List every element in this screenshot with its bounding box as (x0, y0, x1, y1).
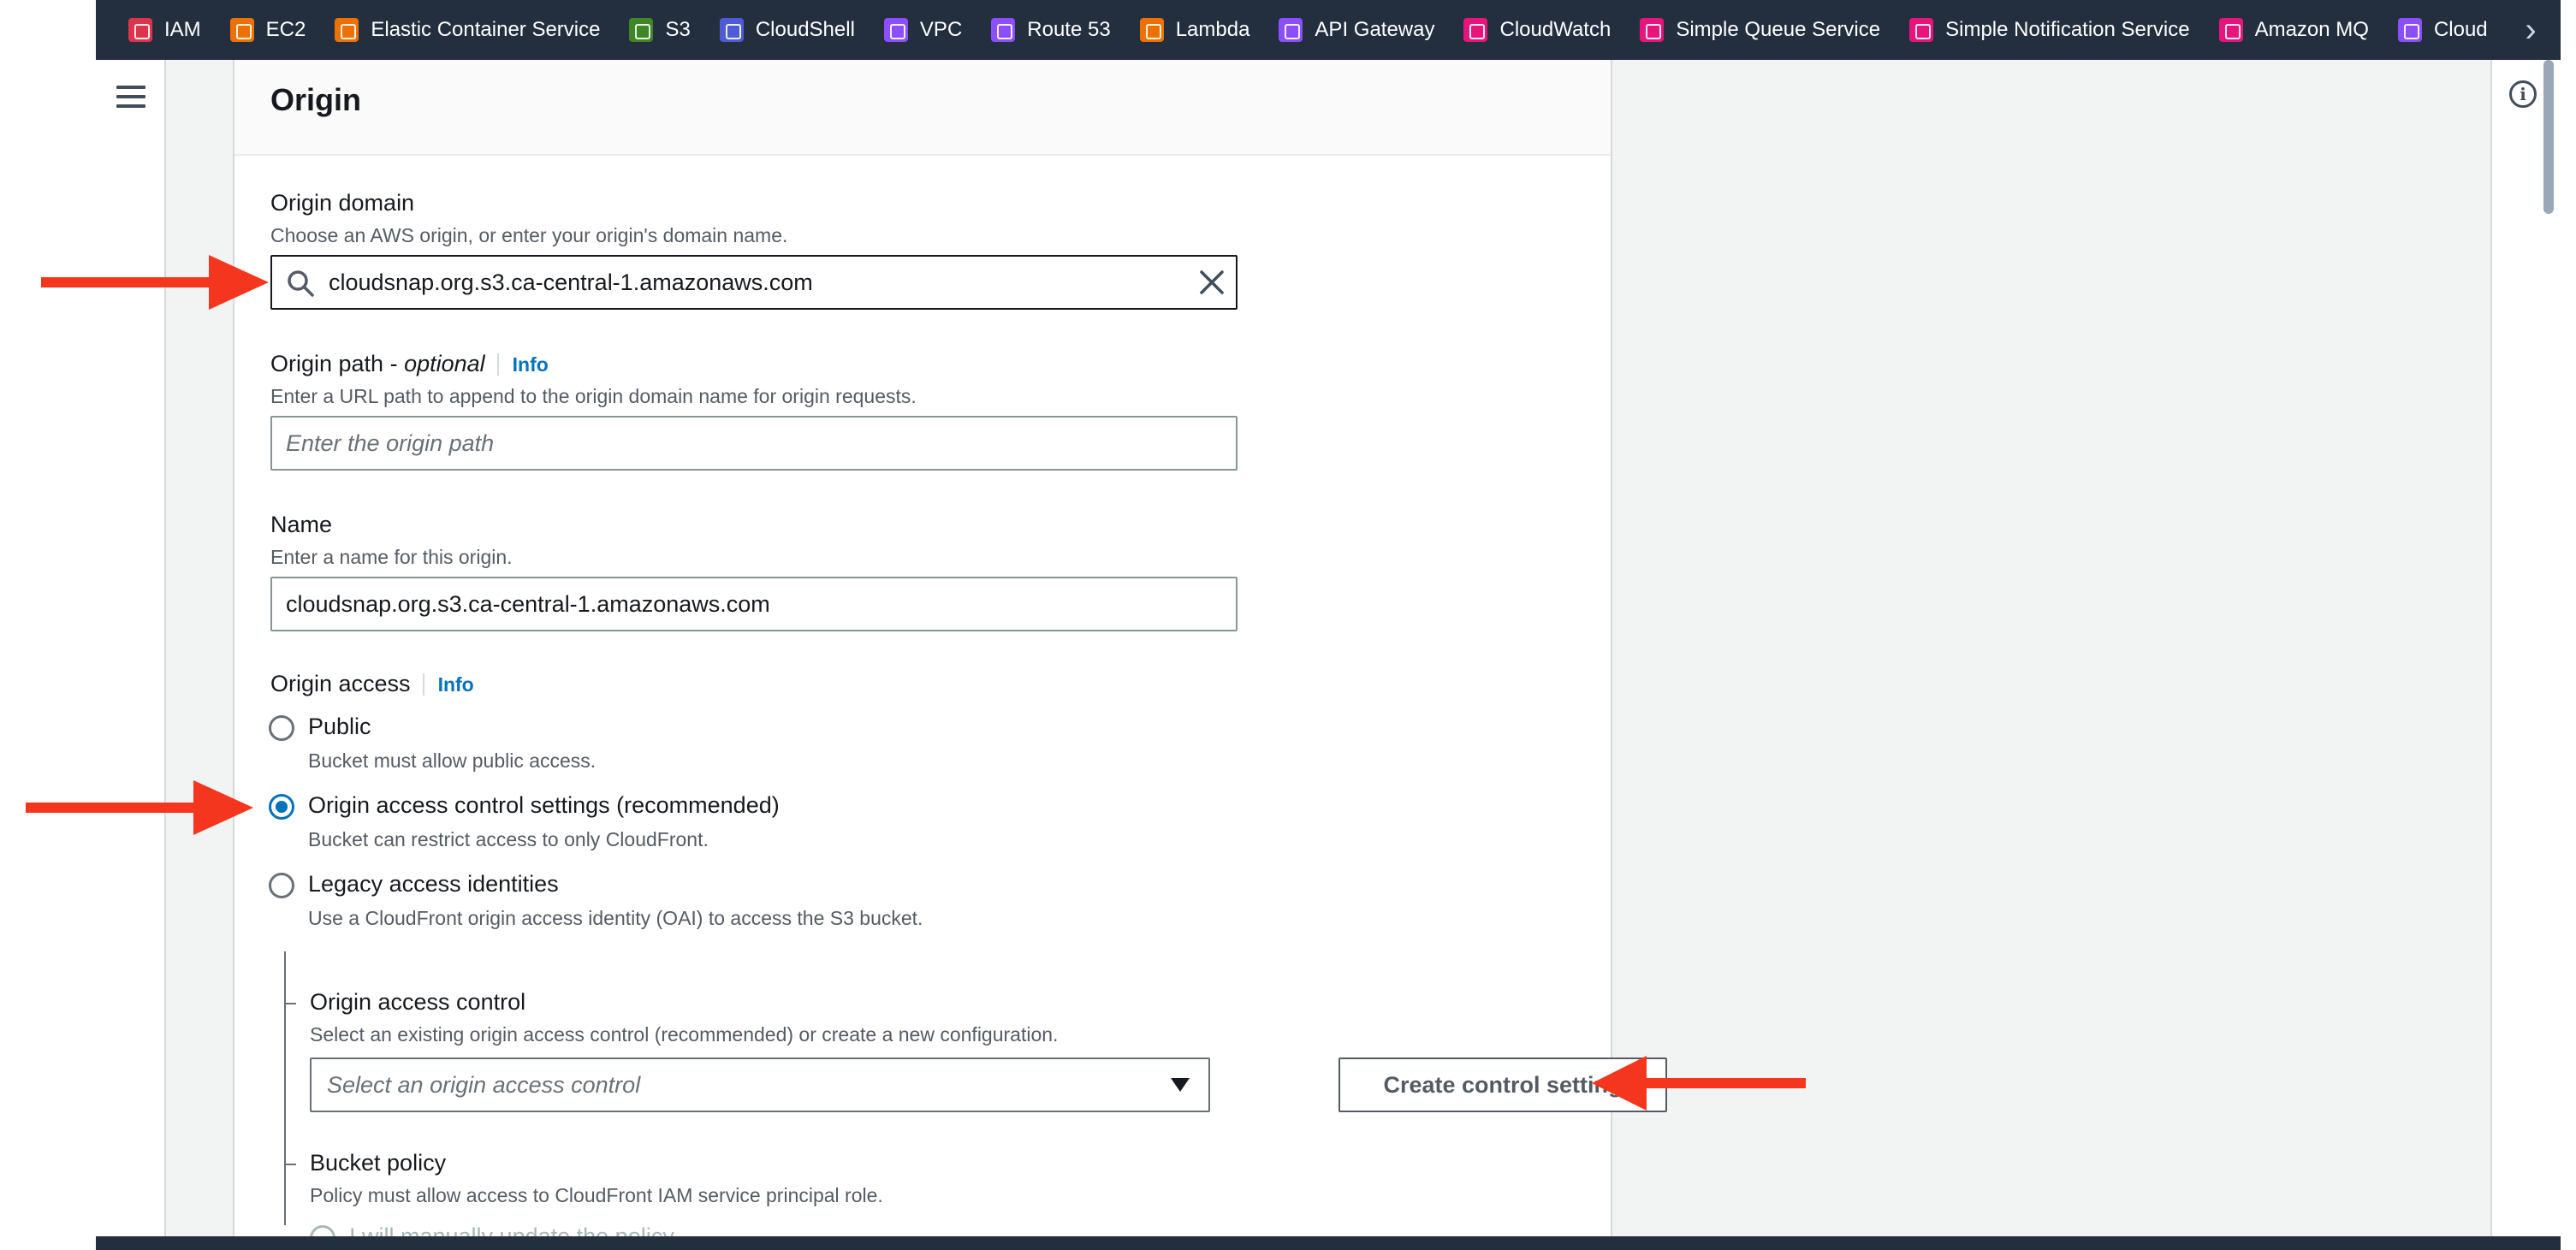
favorite-amazon-mq[interactable]: Amazon MQ (2218, 18, 2369, 42)
origin-domain-input[interactable] (327, 257, 1166, 308)
radio-origin-access-control-description: Bucket can restrict access to only Cloud… (308, 828, 709, 850)
favorite-label: EC2 (265, 18, 306, 41)
search-icon (288, 270, 314, 297)
ecs-icon (335, 18, 359, 42)
origin-access-control-label: Origin access control (310, 989, 526, 1015)
favorite-label: Elastic Container Service (371, 18, 601, 41)
radio-public-description: Bucket must allow public access. (308, 749, 597, 772)
ec2-icon (229, 18, 254, 42)
vpc-icon (883, 18, 908, 42)
chevron-right-icon[interactable]: › (2501, 0, 2561, 60)
bucket-policy-label: Bucket policy (310, 1150, 447, 1176)
favorite-vpc[interactable]: VPC (883, 18, 963, 42)
hamburger-menu-icon[interactable] (116, 86, 145, 111)
clear-icon[interactable] (1198, 269, 1226, 296)
right-tools-rail: i (2490, 60, 2561, 1241)
radio-legacy-access-label[interactable]: Legacy access identities (308, 871, 559, 898)
origin-domain-description: Choose an AWS origin, or enter your orig… (270, 224, 788, 246)
sns-icon (1909, 18, 1934, 42)
favorite-s3[interactable]: S3 (629, 18, 691, 42)
info-icon[interactable]: i (2509, 80, 2537, 108)
favorite-cloudshell[interactable]: CloudShell (719, 18, 855, 42)
favorite-simple-notification-service[interactable]: Simple Notification Service (1909, 18, 2190, 42)
tree-connector-branch (284, 1003, 296, 1004)
favorites-bar: IAM EC2 Elastic Container Service S3 CloudSh… (96, 0, 2561, 60)
favorite-label: Amazon MQ (2254, 18, 2369, 41)
tree-connector (284, 951, 286, 1225)
favorite-label: CloudShell (755, 18, 855, 41)
favorite-cloud[interactable]: Cloud (2397, 18, 2488, 42)
bucket-policy-description: Policy must allow access to CloudFront I… (310, 1184, 883, 1206)
caret-down-icon (1171, 1078, 1190, 1092)
origin-access-label-text: Origin access (270, 671, 411, 696)
origin-path-label-text: Origin path - (270, 351, 405, 376)
radio-public-label[interactable]: Public (308, 714, 371, 740)
origin-path-label: Origin path - optional Info (270, 351, 549, 377)
origin-access-control-description: Select an existing origin access control… (310, 1023, 1059, 1046)
favorite-label: IAM (164, 18, 201, 41)
sqs-icon (1640, 18, 1665, 42)
name-description: Enter a name for this origin. (270, 546, 513, 568)
cloudwatch-icon (1463, 18, 1488, 42)
scrollbar-thumb[interactable] (2543, 60, 2554, 214)
optional-tag: optional (404, 351, 485, 376)
origin-settings-panel: Origin Origin domain Choose an AWS origi… (233, 60, 1667, 1241)
favorite-cloudwatch[interactable]: CloudWatch (1463, 18, 1611, 42)
name-label: Name (270, 512, 333, 537)
left-navigation-rail (96, 60, 166, 1241)
console-window: IAM EC2 Elastic Container Service S3 CloudSh… (96, 0, 2561, 1250)
lambda-icon (1139, 18, 1164, 42)
origin-path-info-link[interactable]: Info (496, 353, 549, 376)
route53-icon (991, 18, 1016, 42)
origin-domain-label: Origin domain (270, 190, 415, 216)
origin-access-control-placeholder: Select an origin access control (327, 1071, 641, 1098)
radio-public[interactable] (269, 715, 294, 741)
panel-header: Origin (234, 60, 1611, 156)
favorite-label: VPC (919, 18, 963, 41)
origin-access-info-link[interactable]: Info (422, 673, 474, 696)
favorite-simple-queue-service[interactable]: Simple Queue Service (1640, 18, 1880, 42)
api-gateway-icon (1279, 18, 1303, 42)
s3-icon (629, 18, 654, 42)
cloudshell-icon (719, 18, 744, 42)
origin-access-control-select[interactable]: Select an origin access control (310, 1057, 1210, 1112)
favorite-label: Cloud (2433, 18, 2488, 41)
annotation-arrow-icon (1592, 1056, 1806, 1111)
radio-legacy-access[interactable] (269, 873, 294, 898)
radio-origin-access-control-label[interactable]: Origin access control settings (recommen… (308, 792, 780, 819)
favorite-route-53[interactable]: Route 53 (991, 18, 1111, 42)
radio-legacy-access-description: Use a CloudFront origin access identity … (308, 907, 923, 929)
favorite-label: API Gateway (1315, 18, 1435, 41)
favorite-label: Simple Notification Service (1945, 18, 2190, 41)
origin-access-label: Origin access Info (270, 671, 474, 697)
cloud-service-icon (2397, 18, 2422, 42)
favorite-ec2[interactable]: EC2 (229, 18, 306, 42)
amazon-mq-icon (2218, 18, 2243, 42)
tree-connector-branch (284, 1164, 296, 1165)
favorite-label: Route 53 (1027, 18, 1111, 41)
panel-title: Origin (270, 82, 361, 117)
origin-path-description: Enter a URL path to append to the origin… (270, 385, 917, 407)
favorite-lambda[interactable]: Lambda (1139, 18, 1250, 42)
annotation-arrow-icon (41, 255, 269, 310)
favorite-api-gateway[interactable]: API Gateway (1279, 18, 1434, 42)
favorite-label: Lambda (1175, 18, 1250, 41)
name-input[interactable] (270, 577, 1238, 631)
bottom-bar (96, 1236, 2561, 1250)
favorite-label: Simple Queue Service (1676, 18, 1881, 41)
favorite-label: CloudWatch (1499, 18, 1611, 41)
origin-path-input[interactable] (270, 416, 1238, 471)
radio-origin-access-control[interactable] (269, 794, 294, 820)
origin-domain-field[interactable] (270, 255, 1238, 310)
annotation-arrow-icon (26, 780, 253, 835)
favorite-label: S3 (665, 18, 691, 41)
favorite-elastic-container-service[interactable]: Elastic Container Service (335, 18, 600, 42)
iam-icon (128, 18, 152, 42)
favorite-iam[interactable]: IAM (128, 18, 201, 42)
